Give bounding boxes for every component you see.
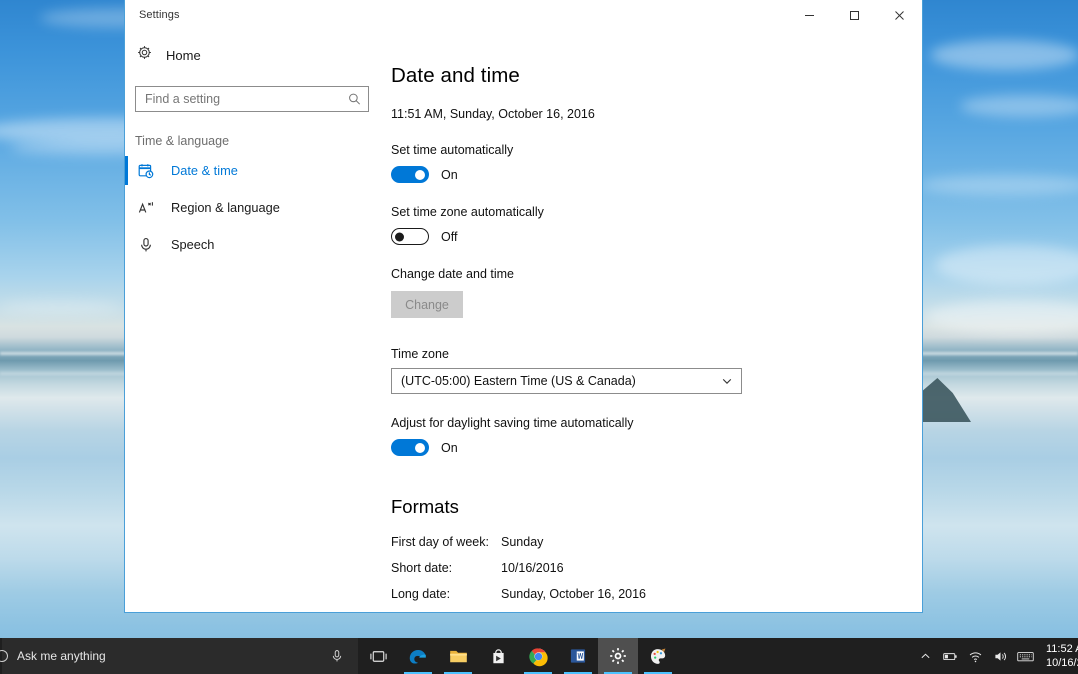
- battery-icon[interactable]: [938, 638, 963, 674]
- calendar-clock-icon: [137, 163, 155, 179]
- task-view-button[interactable]: [358, 638, 398, 674]
- window-title: Settings: [139, 9, 180, 21]
- daylight-saving-row: On: [391, 439, 922, 456]
- cloud: [925, 300, 1078, 334]
- search-input[interactable]: [136, 87, 368, 111]
- search-icon: [348, 93, 361, 106]
- file-explorer-button[interactable]: [438, 638, 478, 674]
- format-value: Sunday: [501, 535, 544, 549]
- window-controls: [787, 0, 922, 30]
- speaker-icon[interactable]: [988, 638, 1013, 674]
- sidebar: Home Time & language: [125, 30, 381, 612]
- taskbar: Ask me anything 11:52 10/16/: [0, 638, 1078, 674]
- taskbar-clock[interactable]: 11:52 A 10/16/2: [1038, 642, 1078, 670]
- title-bar: Settings: [125, 0, 922, 30]
- gear-icon: [137, 45, 152, 65]
- format-value: 10/16/2016: [501, 561, 564, 575]
- microphone-icon[interactable]: [330, 649, 344, 663]
- set-timezone-automatically-state: Off: [441, 229, 458, 244]
- daylight-saving-toggle[interactable]: [391, 439, 429, 456]
- desktop: Settings Home Find a setting Time & lang…: [0, 0, 1078, 674]
- word-button[interactable]: [558, 638, 598, 674]
- sidebar-item-label: Speech: [171, 237, 215, 252]
- language-icon: [137, 200, 155, 216]
- set-timezone-automatically-label: Set time zone automatically: [391, 205, 544, 219]
- clock-time: 11:52 A: [1046, 643, 1078, 655]
- set-time-automatically-state: On: [441, 167, 458, 182]
- set-timezone-automatically-row: Off: [391, 228, 922, 245]
- sidebar-item-date-time[interactable]: Date & time: [125, 152, 381, 189]
- sidebar-group-title: Time & language: [135, 134, 230, 148]
- change-date-time-label: Change date and time: [391, 267, 515, 281]
- format-value: Sunday, October 16, 2016: [501, 587, 647, 601]
- sidebar-item-speech[interactable]: Speech: [125, 226, 381, 263]
- chrome-button[interactable]: [518, 638, 558, 674]
- change-button[interactable]: Change: [391, 291, 463, 318]
- set-timezone-automatically-toggle[interactable]: [391, 228, 429, 245]
- paint-3d-button[interactable]: [638, 638, 678, 674]
- cortana-circle-icon: [0, 650, 8, 662]
- cloud: [920, 175, 1078, 195]
- current-datetime: 11:51 AM, Sunday, October 16, 2016: [391, 107, 595, 121]
- maximize-button[interactable]: [832, 0, 877, 30]
- daylight-saving-state: On: [441, 440, 458, 455]
- main-content: Date and time 11:51 AM, Sunday, October …: [381, 30, 922, 612]
- keyboard-icon[interactable]: [1013, 638, 1038, 674]
- sidebar-item-home[interactable]: Home: [125, 38, 381, 72]
- sidebar-item-label: Region & language: [171, 200, 280, 215]
- sidebar-item-region-language[interactable]: Region & language: [125, 189, 381, 226]
- taskbar-search[interactable]: Ask me anything: [0, 638, 358, 674]
- window-body: Home Time & language: [125, 30, 922, 612]
- system-tray: 11:52 A 10/16/2: [913, 638, 1078, 674]
- clock-date: 10/16/2: [1046, 657, 1078, 669]
- search-box[interactable]: [135, 86, 369, 112]
- microphone-icon: [137, 237, 155, 253]
- wifi-icon[interactable]: [963, 638, 988, 674]
- cloud: [0, 300, 120, 314]
- daylight-saving-label: Adjust for daylight saving time automati…: [391, 416, 634, 430]
- formats-list: First day of week: Sunday Short date: 10…: [391, 535, 922, 612]
- chevron-down-icon: [721, 375, 733, 387]
- cloud: [960, 95, 1078, 117]
- settings-window: Settings Home Find a setting Time & lang…: [124, 0, 923, 613]
- sidebar-home-label: Home: [166, 47, 201, 63]
- time-zone-value: (UTC-05:00) Eastern Time (US & Canada): [401, 374, 636, 388]
- set-time-automatically-row: On: [391, 166, 922, 183]
- edge-button[interactable]: [398, 638, 438, 674]
- taskbar-buttons: [358, 638, 678, 674]
- time-zone-label: Time zone: [391, 347, 449, 361]
- search-container: [125, 72, 381, 112]
- headland-silhouette: [923, 378, 971, 422]
- format-key: Short date:: [391, 561, 453, 575]
- settings-button[interactable]: [598, 638, 638, 674]
- time-zone-dropdown[interactable]: (UTC-05:00) Eastern Time (US & Canada): [391, 368, 742, 394]
- format-key: First day of week:: [391, 535, 489, 549]
- set-time-automatically-toggle[interactable]: [391, 166, 429, 183]
- sidebar-item-label: Date & time: [171, 163, 238, 178]
- close-button[interactable]: [877, 0, 922, 30]
- set-time-automatically-label: Set time automatically: [391, 143, 514, 157]
- cloud: [930, 40, 1078, 70]
- cloud: [935, 245, 1078, 285]
- formats-section-title: Formats: [391, 496, 459, 517]
- taskbar-search-placeholder: Ask me anything: [17, 649, 106, 663]
- format-key: Long date:: [391, 587, 451, 601]
- page-title: Date and time: [391, 64, 520, 87]
- store-button[interactable]: [478, 638, 518, 674]
- show-hidden-icons-button[interactable]: [913, 638, 938, 674]
- minimize-button[interactable]: [787, 0, 832, 30]
